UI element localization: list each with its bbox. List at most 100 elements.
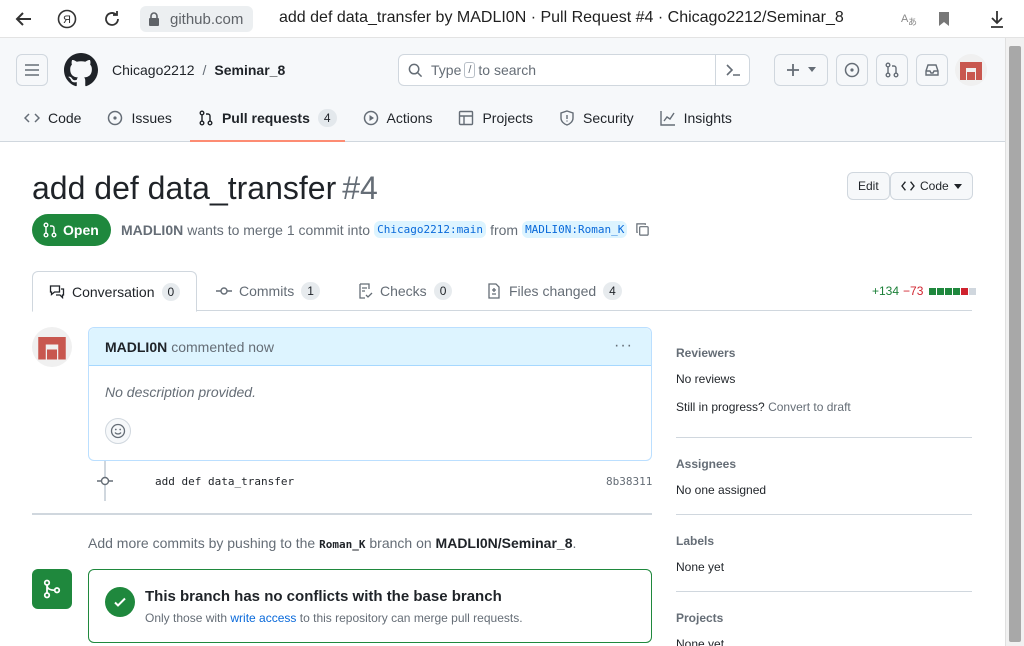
push-note-middle: branch on (369, 535, 432, 551)
status-badge-label: Open (63, 222, 99, 238)
reload-icon[interactable] (100, 7, 124, 31)
copy-icon[interactable] (635, 222, 650, 237)
comment-author-link[interactable]: MADLI0N (105, 339, 167, 355)
breadcrumb-separator: / (202, 62, 207, 78)
tab-code-label: Code (48, 110, 82, 126)
files-changed-count: 4 (603, 282, 622, 300)
scrollbar-thumb[interactable] (1009, 46, 1021, 642)
yandex-icon[interactable]: Я (55, 7, 79, 31)
tab-conversation-label: Conversation (72, 283, 155, 300)
push-note: Add more commits by pushing to the Roman… (88, 535, 576, 551)
plus-icon (787, 64, 799, 76)
tab-security[interactable]: Security (551, 104, 642, 132)
identicon-icon (955, 54, 987, 86)
tab-actions-label: Actions (386, 110, 433, 126)
tab-actions[interactable]: Actions (355, 104, 441, 132)
breadcrumb: Chicago2212 / Seminar_8 (112, 62, 285, 78)
reviewers-heading[interactable]: Reviewers (676, 346, 972, 360)
diffstat-box (937, 287, 945, 295)
user-avatar[interactable] (955, 54, 987, 86)
back-arrow-icon[interactable] (12, 7, 36, 31)
graph-icon (659, 111, 675, 126)
comment-menu-button[interactable]: ··· (614, 337, 633, 355)
search-shortcut-key: / (464, 62, 476, 78)
tab-projects[interactable]: Projects (450, 104, 541, 132)
draft-note: Still in progress? Convert to draft (676, 400, 972, 414)
code-button[interactable]: Code (890, 172, 973, 200)
tab-files-changed-label: Files changed (509, 283, 597, 299)
merge-sub-prefix: Only those with (145, 611, 228, 625)
tab-files-changed[interactable]: Files changed 4 (470, 271, 638, 311)
conversation-count: 0 (161, 282, 181, 301)
hamburger-menu-button[interactable] (16, 54, 48, 86)
sidebar-labels: Labels None yet (676, 534, 972, 588)
add-reaction-button[interactable] (105, 418, 131, 444)
file-diff-icon (488, 283, 500, 299)
pull-requests-button[interactable] (876, 54, 908, 86)
tab-checks[interactable]: Checks 0 (341, 271, 468, 311)
commit-message-link[interactable]: add def data_transfer (155, 475, 294, 488)
comment-header: MADLI0N commented now (89, 328, 651, 366)
sidebar-divider (676, 437, 972, 438)
comment-body: No description provided. (105, 384, 256, 400)
pr-author-link[interactable]: MADLI0N (121, 222, 183, 238)
github-logo-icon[interactable] (64, 53, 98, 90)
base-branch-link[interactable]: Chicago2212:main (374, 221, 487, 238)
tab-conversation[interactable]: Conversation 0 (32, 271, 198, 312)
code-icon (24, 113, 40, 123)
git-merge-icon (43, 579, 61, 599)
page-title: add def data_transfer #4 (32, 170, 378, 207)
issues-button[interactable] (836, 54, 868, 86)
commit-sha-link[interactable]: 8b38311 (606, 475, 652, 488)
edit-button[interactable]: Edit (847, 172, 890, 200)
browser-toolbar: Я github.com add def data_transfer by MA… (0, 0, 1024, 38)
tab-issues[interactable]: Issues (99, 104, 179, 132)
translate-icon[interactable]: Aあ (896, 7, 920, 31)
pull-request-icon (43, 222, 57, 238)
merge-sub-suffix: to this repository can merge pull reques… (299, 611, 523, 625)
tab-pull-requests[interactable]: Pull requests 4 (189, 104, 345, 142)
projects-value: None yet (676, 637, 725, 646)
diffstat-box (969, 287, 977, 295)
assignees-heading[interactable]: Assignees (676, 457, 972, 471)
commits-count: 1 (301, 282, 320, 300)
bookmark-icon[interactable] (932, 7, 956, 31)
tab-commits[interactable]: Commits 1 (200, 271, 336, 311)
tab-insights[interactable]: Insights (652, 104, 740, 132)
from-text: from (490, 221, 519, 238)
pull-request-icon (885, 62, 899, 78)
sidebar-divider (676, 591, 972, 592)
diffstat-box (945, 287, 953, 295)
search-placeholder-suffix: to search (478, 62, 537, 78)
pr-title-text: add def data_transfer (32, 170, 337, 206)
merge-status-icon-box (32, 569, 72, 609)
head-branch-link[interactable]: MADLI0N:Roman_K (522, 221, 628, 238)
tab-security-label: Security (583, 110, 634, 126)
checks-count: 0 (433, 282, 453, 300)
hamburger-icon (25, 64, 39, 76)
repo-link[interactable]: Seminar_8 (214, 62, 285, 78)
diffstat-box (929, 287, 937, 295)
create-new-button[interactable] (774, 54, 828, 86)
tab-checks-label: Checks (380, 283, 427, 299)
inbox-button[interactable] (916, 54, 948, 86)
diffstat-box (953, 287, 961, 295)
code-icon (901, 181, 915, 191)
timeline-divider (32, 513, 652, 515)
owner-link[interactable]: Chicago2212 (112, 62, 195, 78)
push-note-prefix: Add more commits by pushing to the (88, 535, 316, 551)
push-note-repo-link[interactable]: MADLI0N/Seminar_8 (436, 535, 573, 551)
download-icon[interactable] (985, 7, 1009, 31)
labels-heading[interactable]: Labels (676, 534, 972, 548)
comment-author-avatar[interactable] (32, 327, 72, 367)
projects-heading[interactable]: Projects (676, 611, 972, 625)
search-input[interactable]: Type / to search (398, 54, 750, 86)
address-bar[interactable]: github.com (140, 6, 254, 32)
smiley-icon (110, 423, 126, 439)
command-palette-button[interactable] (715, 55, 749, 85)
play-icon (363, 110, 378, 126)
convert-to-draft-link[interactable]: Convert to draft (768, 400, 851, 414)
write-access-link[interactable]: write access (230, 611, 296, 625)
tab-code[interactable]: Code (16, 104, 89, 132)
page-scrollbar[interactable] (1005, 38, 1024, 646)
